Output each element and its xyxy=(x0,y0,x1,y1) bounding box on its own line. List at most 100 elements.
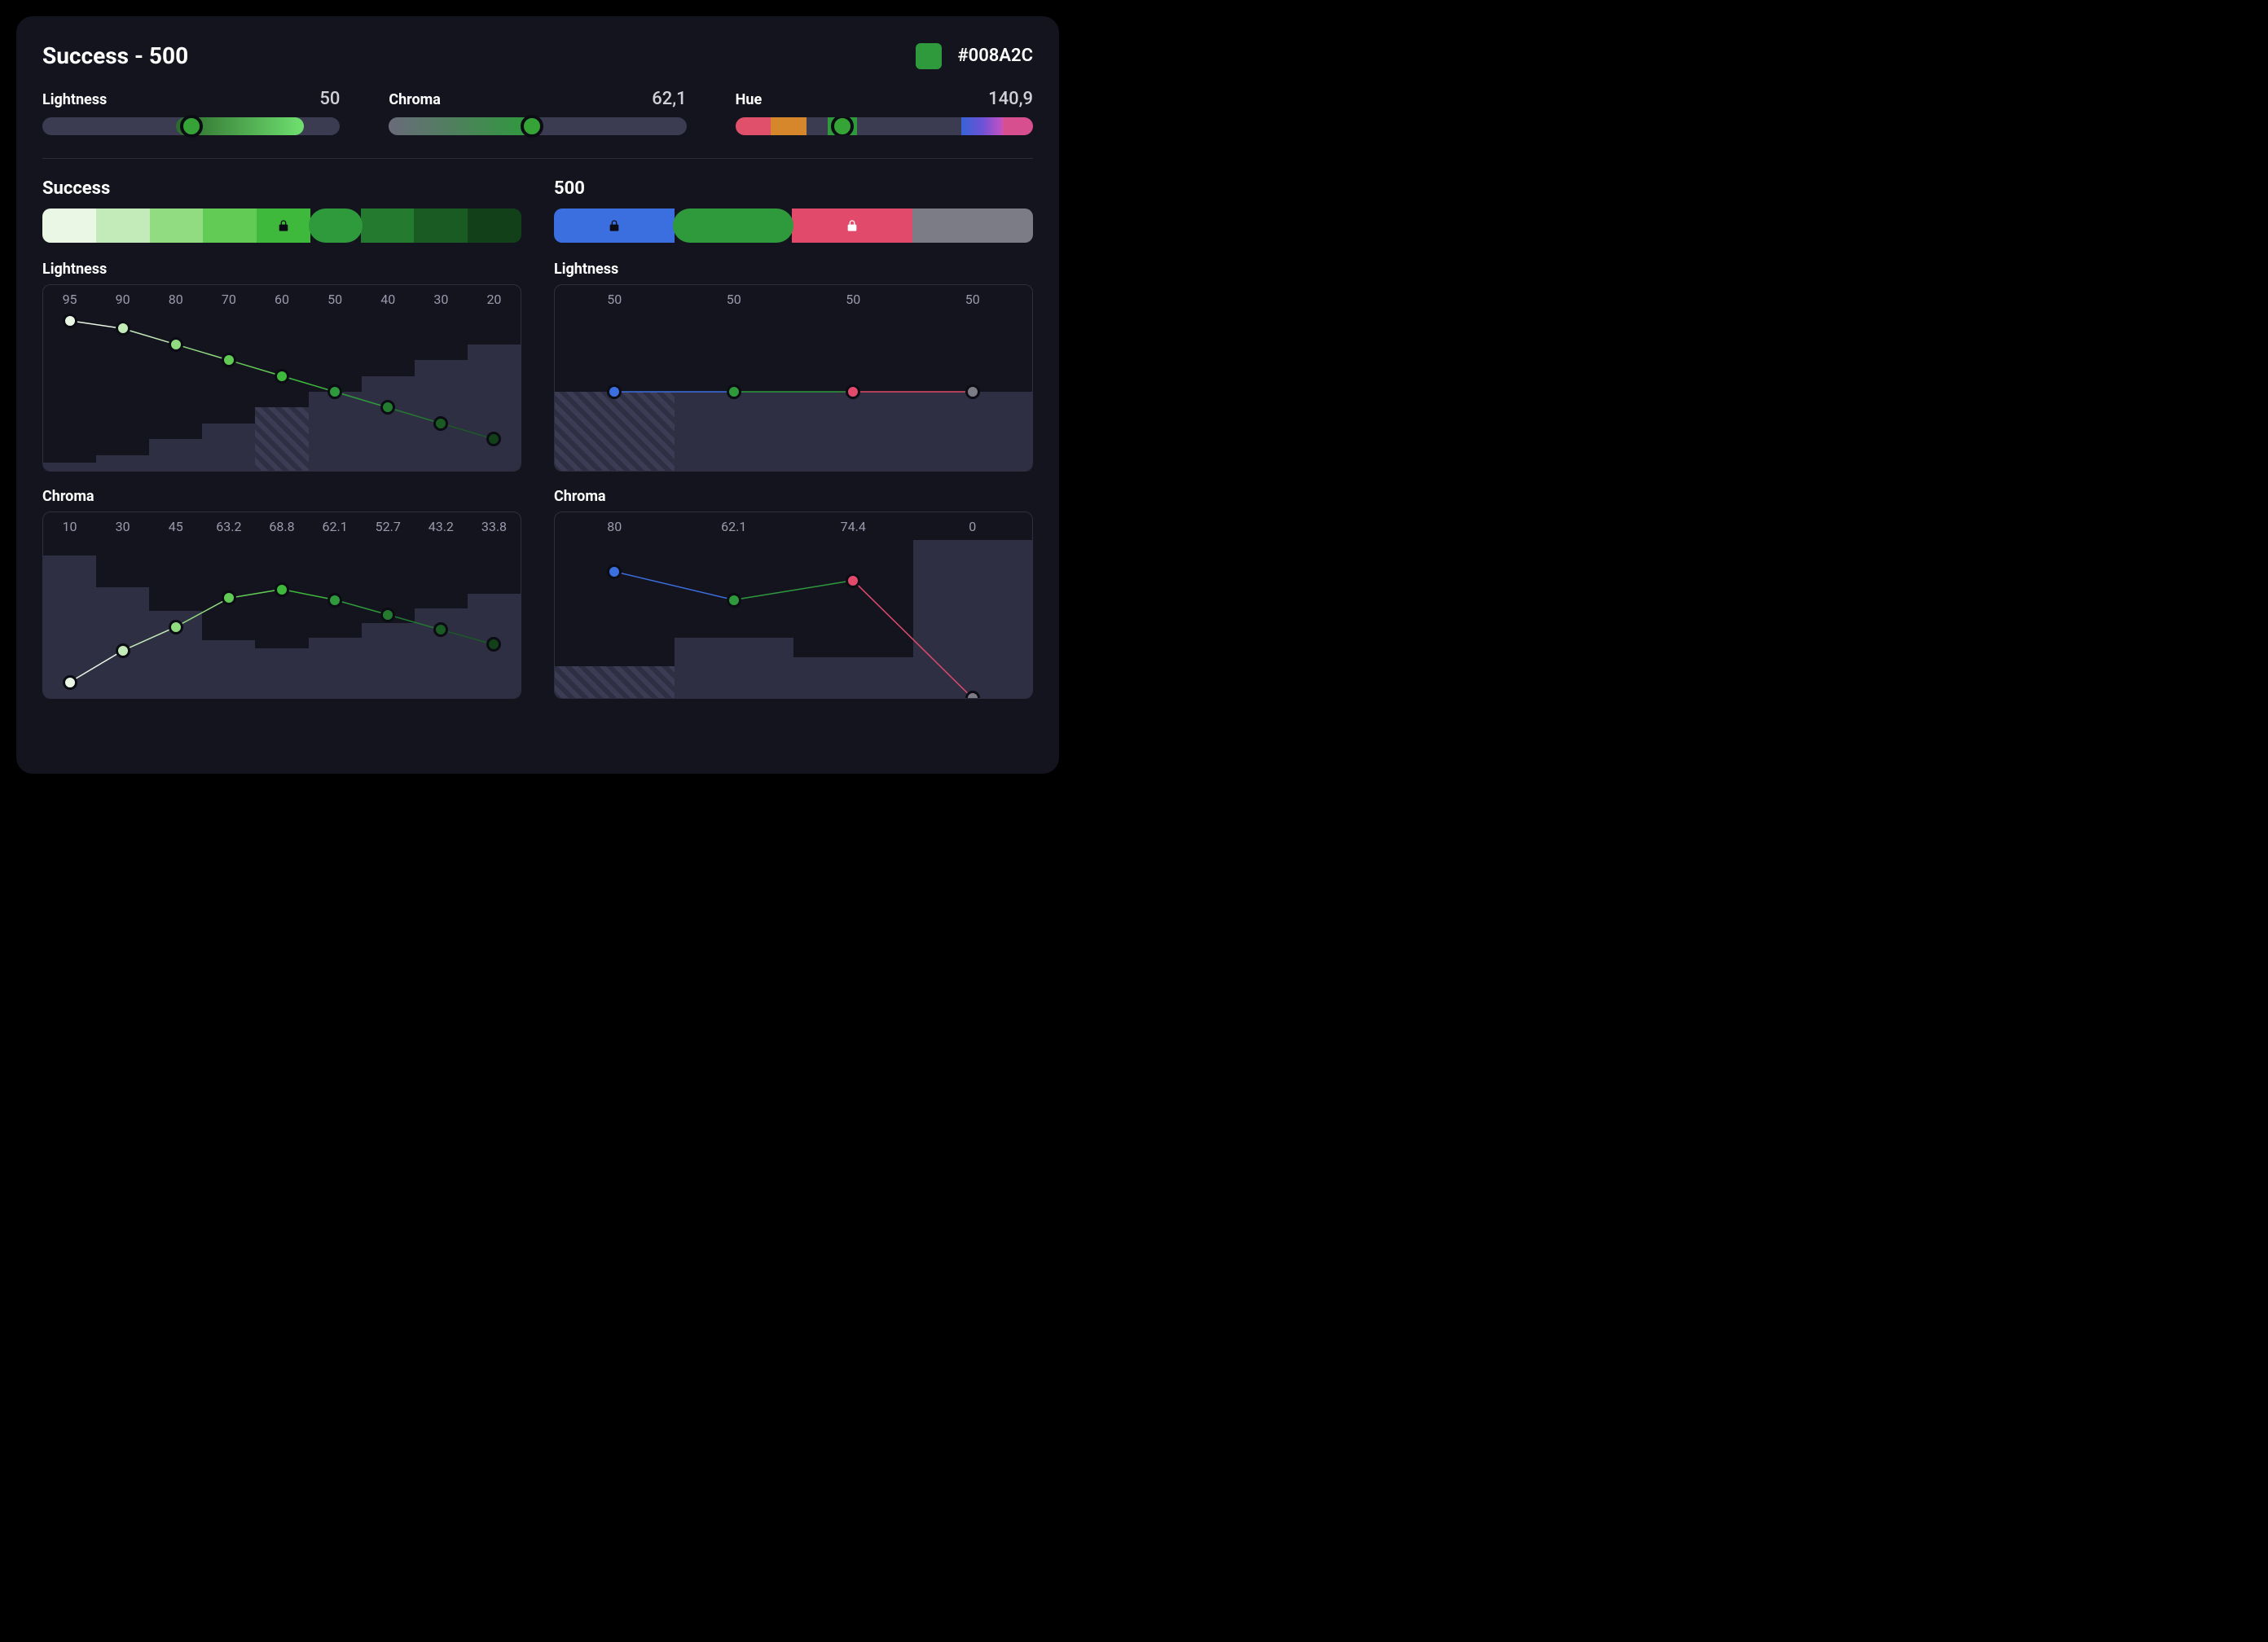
axis-tick: 30 xyxy=(415,292,468,307)
swatch[interactable] xyxy=(468,209,521,243)
chart-point[interactable] xyxy=(846,573,860,588)
swatch[interactable] xyxy=(42,209,96,243)
chart-title: Lightness xyxy=(554,261,1033,278)
axis-tick: 43.2 xyxy=(415,519,468,534)
hue-seg xyxy=(1003,117,1033,135)
lightness-label: Lightness xyxy=(42,91,107,108)
page-title: Success - 500 xyxy=(42,42,188,69)
chart-point[interactable] xyxy=(380,608,395,622)
hex-display: #008A2C xyxy=(916,43,1034,69)
hue-seg xyxy=(771,117,807,135)
shade-500-column: 500 Lightness 50505050 Chroma 8062.174.4… xyxy=(554,178,1033,715)
chart-point[interactable] xyxy=(275,369,289,384)
axis-tick: 63.2 xyxy=(202,519,255,534)
swatch[interactable] xyxy=(96,209,150,243)
lock-icon xyxy=(277,218,290,233)
lock-icon xyxy=(608,218,621,233)
axis-tick: 45 xyxy=(149,519,202,534)
swatch[interactable] xyxy=(673,209,793,243)
shade-title: 500 xyxy=(554,178,1033,199)
chart-point[interactable] xyxy=(327,593,342,608)
chart-point[interactable] xyxy=(169,620,183,634)
header: Success - 500 #008A2C xyxy=(42,42,1033,69)
axis-tick: 70 xyxy=(202,292,255,307)
chart-point[interactable] xyxy=(380,400,395,415)
axis-tick: 33.8 xyxy=(468,519,521,534)
chart-title: Lightness xyxy=(42,261,521,278)
chart-point[interactable] xyxy=(116,643,130,658)
chart-point[interactable] xyxy=(169,337,183,352)
chart-point[interactable] xyxy=(327,384,342,399)
success-chroma-chart[interactable]: 10304563.268.862.152.743.233.8 xyxy=(42,511,521,699)
axis-tick: 95 xyxy=(43,292,96,307)
swatch[interactable] xyxy=(912,209,1033,243)
success-column: Success Lightness 959080706050403020 Chr… xyxy=(42,178,521,715)
axis-tick: 74.4 xyxy=(793,519,913,534)
axis-tick: 68.8 xyxy=(255,519,308,534)
chart-point[interactable] xyxy=(116,321,130,336)
swatch[interactable] xyxy=(150,209,204,243)
chart-point[interactable] xyxy=(275,582,289,597)
swatch[interactable] xyxy=(309,209,363,243)
chart-point[interactable] xyxy=(846,384,860,399)
chroma-slider[interactable] xyxy=(389,117,686,135)
chart-point[interactable] xyxy=(727,384,741,399)
slider-thumb[interactable] xyxy=(831,117,854,135)
axis-tick: 40 xyxy=(362,292,415,307)
chart-point[interactable] xyxy=(63,314,77,328)
swatch[interactable] xyxy=(792,209,912,243)
shade-lightness-chart[interactable]: 50505050 xyxy=(554,284,1033,472)
chart-point[interactable] xyxy=(63,675,77,690)
chroma-fill xyxy=(389,117,531,135)
success-title: Success xyxy=(42,178,521,199)
chart-point[interactable] xyxy=(222,353,236,367)
chart-point[interactable] xyxy=(222,591,236,605)
chroma-value: 62,1 xyxy=(652,89,686,109)
chart-point[interactable] xyxy=(486,432,501,446)
axis-tick: 52.7 xyxy=(362,519,415,534)
axis-tick: 50 xyxy=(913,292,1033,307)
axis-tick: 62.1 xyxy=(675,519,794,534)
axis-tick: 50 xyxy=(309,292,362,307)
success-lightness-chart[interactable]: 959080706050403020 xyxy=(42,284,521,472)
chart-point[interactable] xyxy=(727,593,741,608)
color-editor-panel: Success - 500 #008A2C Lightness 50 Chrom… xyxy=(16,16,1059,774)
axis-tick: 0 xyxy=(913,519,1033,534)
swatch[interactable] xyxy=(554,209,675,243)
chart-point[interactable] xyxy=(486,637,501,652)
swatch[interactable] xyxy=(257,209,310,243)
axis-tick: 20 xyxy=(468,292,521,307)
axis-tick: 10 xyxy=(43,519,96,534)
axis-tick: 80 xyxy=(149,292,202,307)
chart-point[interactable] xyxy=(433,622,448,637)
hue-slider[interactable] xyxy=(736,117,1033,135)
chart-point[interactable] xyxy=(965,384,980,399)
hue-slider-group: Hue 140,9 xyxy=(736,89,1033,135)
shade-chroma-chart[interactable]: 8062.174.40 xyxy=(554,511,1033,699)
chroma-slider-group: Chroma 62,1 xyxy=(389,89,686,135)
swatch[interactable] xyxy=(203,209,257,243)
hex-value: #008A2C xyxy=(958,46,1034,66)
hue-value: 140,9 xyxy=(988,89,1033,109)
chart-point[interactable] xyxy=(607,384,622,399)
sliders-row: Lightness 50 Chroma 62,1 Hue 140,9 xyxy=(42,89,1033,159)
swatch[interactable] xyxy=(414,209,468,243)
axis-tick: 50 xyxy=(675,292,794,307)
chart-point[interactable] xyxy=(607,564,622,579)
slider-thumb[interactable] xyxy=(521,115,543,138)
lightness-slider-group: Lightness 50 xyxy=(42,89,340,135)
axis-tick: 60 xyxy=(255,292,308,307)
chart-title: Chroma xyxy=(554,488,1033,505)
success-swatch-row xyxy=(42,209,521,243)
chart-point[interactable] xyxy=(433,416,448,431)
hue-seg xyxy=(961,117,1003,135)
chart-title: Chroma xyxy=(42,488,521,505)
axis-tick: 62.1 xyxy=(309,519,362,534)
axis-tick: 50 xyxy=(555,292,675,307)
lightness-slider[interactable] xyxy=(42,117,340,135)
lock-icon xyxy=(846,218,859,233)
slider-thumb[interactable] xyxy=(180,115,203,138)
axis-tick: 90 xyxy=(96,292,149,307)
axis-tick: 80 xyxy=(555,519,675,534)
swatch[interactable] xyxy=(361,209,415,243)
